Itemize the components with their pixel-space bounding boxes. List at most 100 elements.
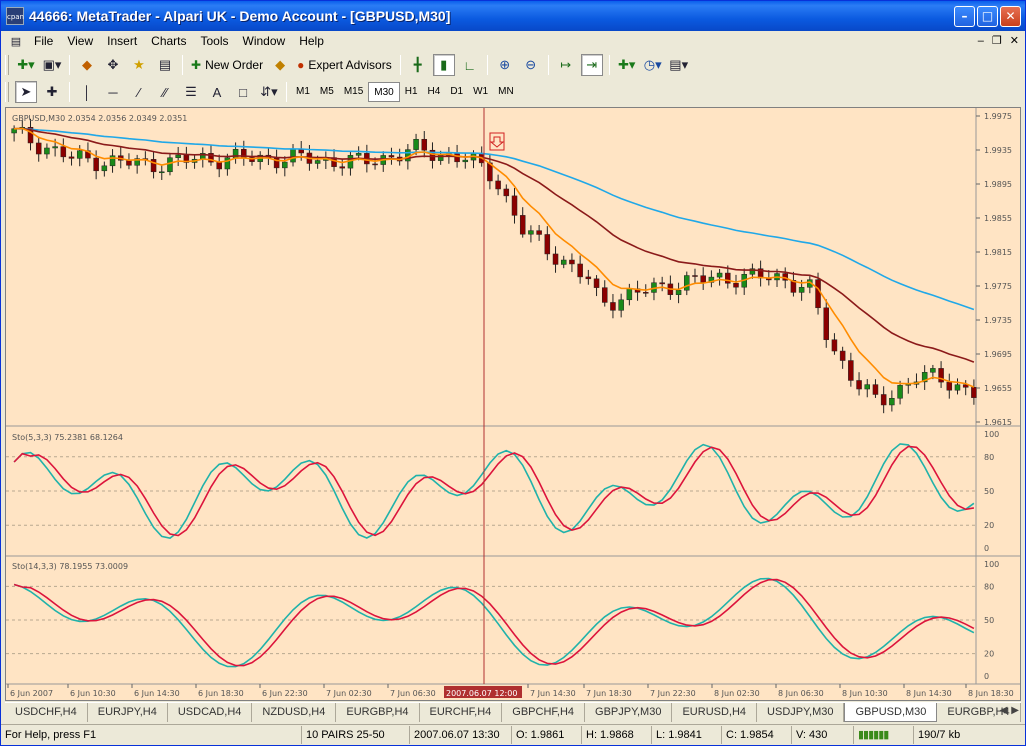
candle-body [35, 142, 42, 155]
timeframe-h4[interactable]: H4 [423, 82, 446, 102]
chart-shift-icon[interactable]: ⇥ [580, 54, 603, 76]
fibonacci-icon[interactable]: ☰ [180, 81, 202, 103]
expert-advisors-button[interactable]: ● Expert Advisors [293, 54, 396, 76]
chart-doc-icon[interactable]: ▤ [7, 32, 25, 50]
timeframe-m1[interactable]: M1 [291, 82, 315, 102]
navigator-icon[interactable]: ✥ [102, 54, 124, 76]
equidistant-channel-icon[interactable]: ∕∕ [154, 81, 176, 103]
candlestick-icon[interactable]: ▮ [432, 54, 455, 76]
tab-usdcad[interactable]: USDCAD,H4 [168, 703, 253, 722]
menu-window[interactable]: Window [236, 31, 293, 51]
menu-tools[interactable]: Tools [194, 31, 236, 51]
bar-chart-icon[interactable]: ╋ [407, 54, 429, 76]
candle-body [610, 302, 616, 311]
tab-eurgbp[interactable]: EURGBP,H4 [336, 703, 420, 722]
title-bar[interactable]: cpan 44666: MetaTrader - Alpari UK - Dem… [1, 1, 1025, 31]
app-icon[interactable]: cpan [6, 7, 24, 25]
new-chart-icon[interactable]: ✚▾ [15, 54, 37, 76]
time-tick-label: 8 Jun 10:30 [842, 689, 888, 698]
tab-gbpchf[interactable]: GBPCHF,H4 [502, 703, 586, 722]
crosshair-icon[interactable]: ✚ [41, 81, 63, 103]
status-profile[interactable]: 10 PAIRS 25-50 [301, 726, 409, 744]
candle-body [503, 188, 510, 197]
auto-scroll-icon[interactable]: ↦ [555, 54, 577, 76]
scroll-left-icon[interactable]: ◀ [1000, 705, 1008, 716]
scroll-right-icon[interactable]: ▶ [1011, 705, 1019, 716]
candle-body [454, 153, 460, 163]
candle-body [93, 157, 99, 172]
candle-body [216, 161, 222, 170]
zoom-in-icon[interactable]: ⊕ [494, 54, 516, 76]
candle-body [339, 166, 345, 169]
profiles-icon[interactable]: ▣▾ [41, 54, 63, 76]
toolbar-grip[interactable] [5, 82, 9, 102]
new-order-icon: ✚ [191, 58, 202, 72]
time-tick-label: 8 Jun 02:30 [714, 689, 760, 698]
toolbar-grip[interactable] [5, 55, 9, 75]
line-chart-icon[interactable]: ∟ [459, 54, 481, 76]
cursor-icon[interactable]: ➤ [15, 81, 37, 103]
candle-body [413, 138, 419, 150]
menu-view[interactable]: View [60, 31, 100, 51]
timeframe-m5[interactable]: M5 [315, 82, 339, 102]
arrows-icon[interactable]: ⇵▾ [258, 81, 280, 103]
timeframe-m30[interactable]: M30 [368, 82, 400, 102]
trendline-icon[interactable]: ∕ [128, 81, 150, 103]
candle-body [528, 230, 534, 235]
candle-body [839, 350, 846, 361]
mdi-minimize-icon[interactable]: – [978, 31, 984, 51]
menu-charts[interactable]: Charts [144, 31, 193, 51]
mdi-restore-icon[interactable]: ❐ [992, 31, 1002, 51]
expert-toggle-icon[interactable]: ◆ [269, 54, 291, 76]
horizontal-line-icon[interactable]: ─ [102, 81, 124, 103]
timeframe-mn[interactable]: MN [493, 82, 519, 102]
toolbar-separator [608, 55, 610, 75]
tab-eurchf[interactable]: EURCHF,H4 [420, 703, 503, 722]
sto2-tick-label: 20 [984, 650, 994, 659]
terminal-icon[interactable]: ▤ [154, 54, 176, 76]
menu-file[interactable]: File [27, 31, 60, 51]
price-tick-label: 1.9735 [984, 316, 1012, 325]
candle-body [68, 156, 75, 159]
periods-icon[interactable]: ◷▾ [642, 54, 664, 76]
tab-eurusd[interactable]: EURUSD,H4 [672, 703, 758, 722]
sto1-tick-label: 20 [984, 521, 994, 530]
new-order-button[interactable]: ✚ New Order [187, 54, 267, 76]
candle-body [643, 292, 649, 294]
price-tick-label: 1.9775 [984, 282, 1012, 291]
candle-body [52, 146, 58, 149]
zoom-out-icon[interactable]: ⊖ [520, 54, 542, 76]
timeframe-h1[interactable]: H1 [400, 82, 423, 102]
text-label-icon[interactable]: □ [232, 81, 254, 103]
timeframe-m15[interactable]: M15 [339, 82, 368, 102]
mdi-close-icon[interactable]: ✕ [1010, 31, 1019, 51]
price-chart[interactable]: 100 80 50 20 0 100 80 50 20 0 1.9975 1.9935 1.9895… [6, 108, 1020, 700]
tab-eurjpy[interactable]: EURJPY,H4 [88, 703, 168, 722]
menu-insert[interactable]: Insert [100, 31, 144, 51]
vertical-line-icon[interactable]: │ [76, 81, 98, 103]
text-tool-icon[interactable]: A [206, 81, 228, 103]
favorites-icon[interactable]: ★ [128, 54, 150, 76]
market-watch-icon[interactable]: ◆ [76, 54, 98, 76]
expert-advisors-label: Expert Advisors [308, 58, 392, 72]
templates-icon[interactable]: ▤▾ [668, 54, 690, 76]
price-tick-label: 1.9815 [984, 248, 1012, 257]
candle-body [700, 275, 706, 283]
time-tick-label: 7 Jun 02:30 [326, 689, 372, 698]
candle-body [462, 159, 469, 163]
tab-gbpusd[interactable]: GBPUSD,M30 [844, 703, 938, 722]
drawing-toolbar: ➤ ✚ │ ─ ∕ ∕∕ ☰ A □ ⇵▾ M1 M5 M15 M30 H1 H… [1, 79, 1025, 105]
timeframe-w1[interactable]: W1 [468, 82, 493, 102]
minimize-button[interactable]: – [954, 6, 975, 27]
menu-help[interactable]: Help [292, 31, 331, 51]
maximize-button[interactable]: □ [977, 6, 998, 27]
tab-gbpjpy[interactable]: GBPJPY,M30 [585, 703, 673, 722]
indicators-icon[interactable]: ✚▾ [616, 54, 638, 76]
close-button[interactable]: ✕ [1000, 6, 1021, 27]
tab-usdjpy[interactable]: USDJPY,M30 [757, 703, 845, 722]
price-tick-label: 1.9655 [984, 384, 1012, 393]
tab-nzdusd[interactable]: NZDUSD,H4 [252, 703, 337, 722]
chart-window[interactable]: 100 80 50 20 0 100 80 50 20 0 1.9975 1.9935 1.9895… [5, 107, 1021, 701]
tab-usdchf[interactable]: USDCHF,H4 [5, 703, 88, 722]
timeframe-d1[interactable]: D1 [445, 82, 468, 102]
